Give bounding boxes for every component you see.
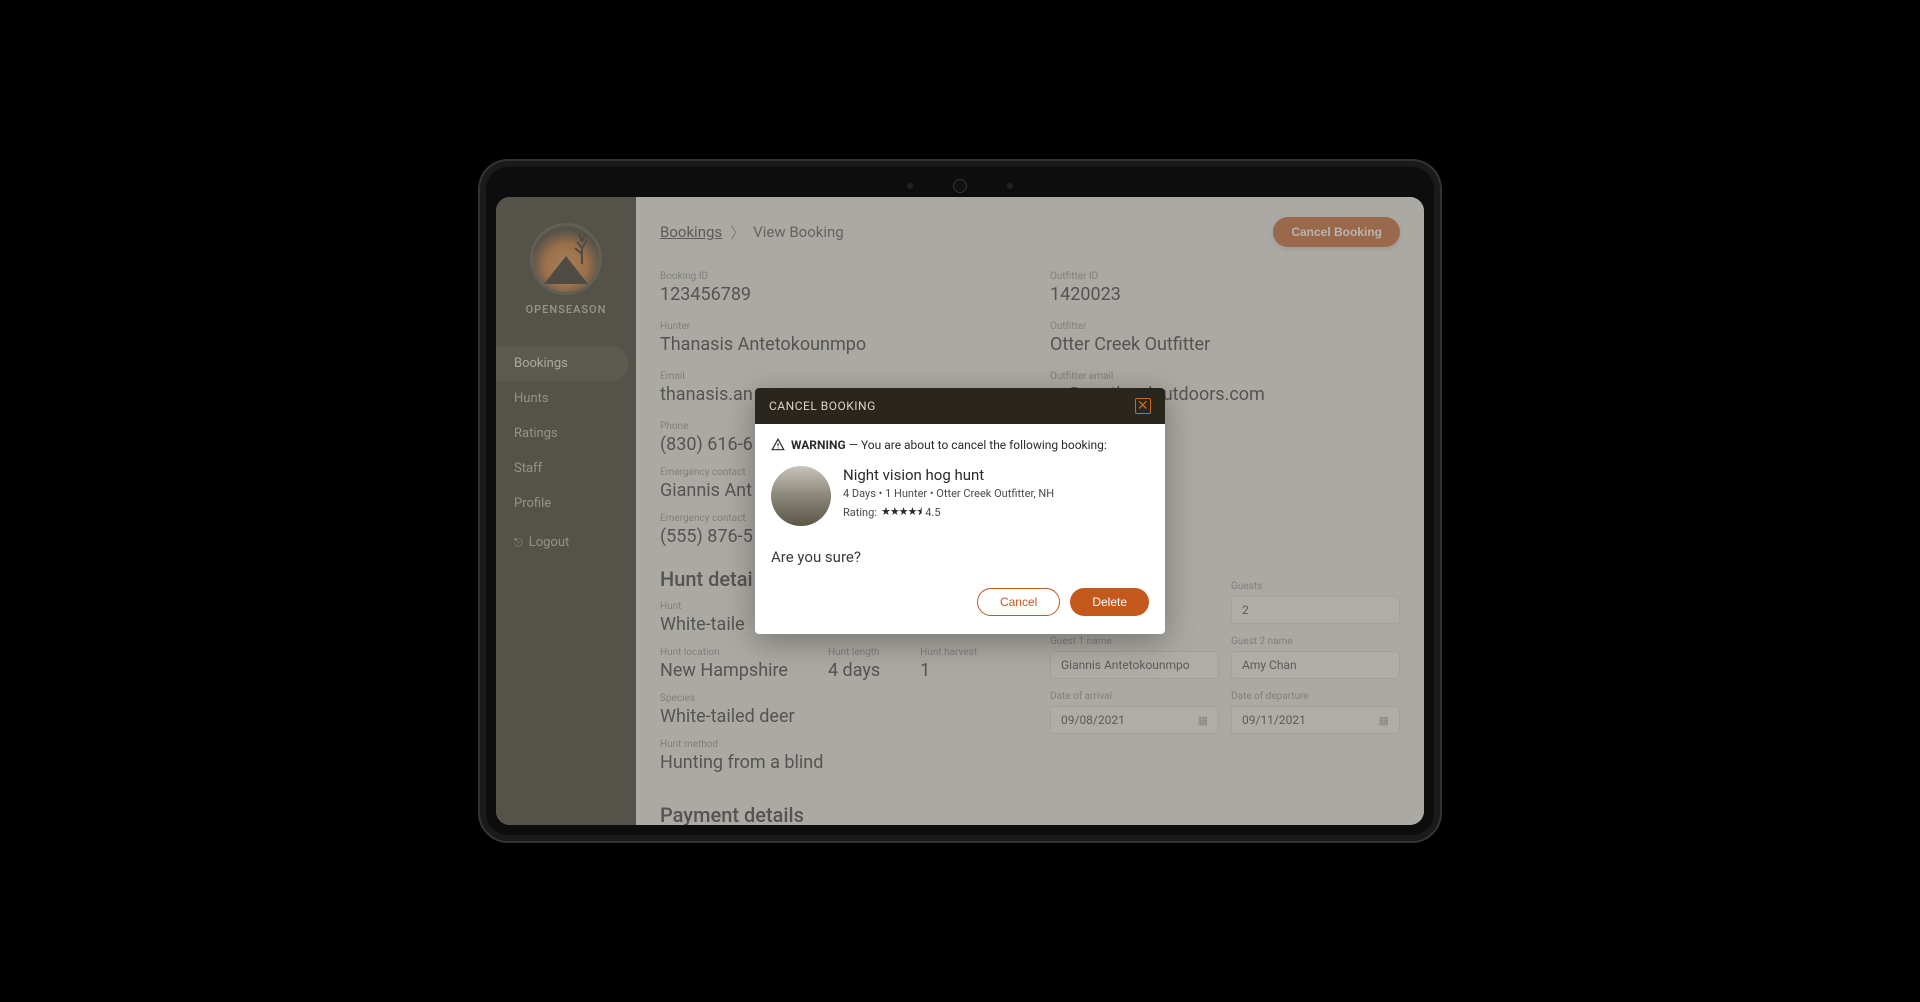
cancel-booking-modal: CANCEL BOOKING ✕ WARNING — You are about… [755,388,1165,634]
modal-overlay[interactable]: CANCEL BOOKING ✕ WARNING — You are about… [496,197,1424,825]
hunt-rating: Rating: ★★★★⯨ 4.5 [843,503,1149,522]
rating-value: 4.5 [925,506,940,519]
warning-text: — You are about to cancel the following … [846,438,1107,452]
camera-icon [953,179,967,193]
hunt-card: Night vision hog hunt 4 Days • 1 Hunter … [771,466,1149,526]
tablet-bezel: OPENSEASON Bookings Hunts Ratings Staff … [486,167,1434,835]
modal-header: CANCEL BOOKING ✕ [755,388,1165,424]
close-icon[interactable]: ✕ [1135,398,1151,414]
warning-prefix: WARNING [791,438,846,452]
sensor-dot [1007,183,1013,189]
hunt-info: Night vision hog hunt 4 Days • 1 Hunter … [843,466,1149,526]
modal-body: WARNING — You are about to cancel the fo… [755,424,1165,634]
modal-actions: Cancel Delete [771,588,1149,616]
tablet-notch [907,179,1013,193]
tablet-frame: OPENSEASON Bookings Hunts Ratings Staff … [480,161,1440,841]
hunt-meta: 4 Days • 1 Hunter • Otter Creek Outfitte… [843,487,1149,500]
star-icon: ★★★★⯨ [881,503,921,522]
rating-label: Rating: [843,506,877,519]
confirm-text: Are you sure? [771,548,1149,566]
app-screen: OPENSEASON Bookings Hunts Ratings Staff … [496,197,1424,825]
warning-icon [771,438,785,452]
modal-title: CANCEL BOOKING [769,399,876,413]
sensor-dot [907,183,913,189]
cancel-button[interactable]: Cancel [977,588,1060,616]
warning-message: WARNING — You are about to cancel the fo… [771,438,1149,452]
hunt-title: Night vision hog hunt [843,466,1149,484]
delete-button[interactable]: Delete [1070,588,1149,616]
hunt-thumbnail [771,466,831,526]
